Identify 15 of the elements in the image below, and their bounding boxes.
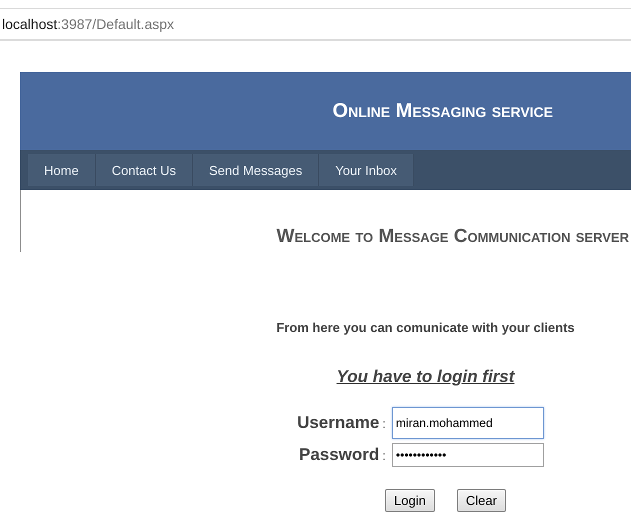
username-field[interactable]: miran.mohammed: [392, 407, 544, 439]
field-label: Password :: [298, 445, 386, 465]
url-text[interactable]: localhost:3987/Default.aspx: [2, 16, 174, 32]
nav-tab[interactable]: Contact Us: [96, 154, 193, 186]
login-button[interactable]: Login: [385, 489, 435, 512]
welcome-heading: Welcome to Message Communication server: [276, 226, 629, 248]
login-notice: You have to login first: [336, 367, 514, 387]
field-label: Username :: [297, 413, 386, 433]
nav-tab[interactable]: Your Inbox: [319, 154, 414, 186]
nav-tab[interactable]: Home: [28, 154, 96, 186]
clear-button[interactable]: Clear: [456, 489, 506, 512]
nav-tab[interactable]: Send Messages: [193, 154, 320, 186]
intro-text: From here you can comunicate with your clients: [276, 320, 575, 335]
site-title: Online Messaging service: [332, 100, 553, 122]
password-field[interactable]: ••••••••••••: [392, 443, 544, 467]
